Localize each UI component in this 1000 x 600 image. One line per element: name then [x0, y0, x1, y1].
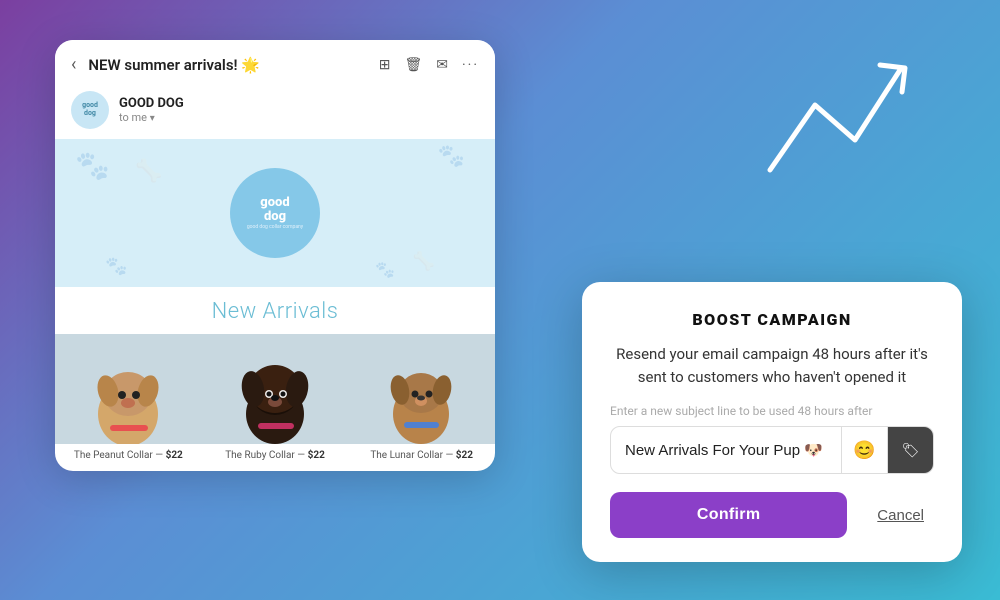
peanut-dog-icon: [86, 339, 171, 444]
delete-icon[interactable]: 🗑: [405, 57, 423, 73]
product-peanut-label: The Peanut Collar — $22: [74, 450, 183, 461]
brand-logo: gooddog good dog collar company: [230, 168, 320, 258]
email-banner: 🐾 🐾 🐾 🦴 🦴 🐾 gooddog good dog collar comp…: [55, 139, 495, 287]
product-lunar-image: [348, 334, 495, 444]
product-lunar: The Lunar Collar — $22: [348, 334, 495, 471]
modal-description: Resend your email campaign 48 hours afte…: [610, 343, 934, 388]
sender-info: GOOD DOG to me ▾: [119, 96, 184, 124]
modal-buttons: Confirm Cancel: [610, 492, 934, 538]
product-peanut-image: [55, 334, 202, 444]
avatar: gooddog: [71, 91, 109, 129]
email-action-buttons: ⊞ 🗑 ✉ ···: [379, 57, 479, 73]
email-subject: NEW summer arrivals! 🌟: [88, 56, 370, 74]
product-ruby: The Ruby Collar — $22: [202, 334, 349, 471]
new-arrivals-title: New Arrivals: [55, 287, 495, 334]
tag-icon: 🏷: [902, 442, 920, 459]
sender-name: GOOD DOG: [119, 96, 184, 111]
product-lunar-label: The Lunar Collar — $22: [370, 450, 473, 461]
confirm-button[interactable]: Confirm: [610, 492, 847, 538]
emoji-icon: 😊: [853, 440, 875, 461]
emoji-button[interactable]: 😊: [841, 427, 887, 473]
modal-sublabel: Enter a new subject line to be used 48 h…: [610, 404, 934, 418]
ruby-dog-icon: [233, 339, 318, 444]
more-options-icon[interactable]: ···: [462, 57, 479, 73]
back-button[interactable]: ‹: [71, 54, 76, 75]
email-card: ‹ NEW summer arrivals! 🌟 ⊞ 🗑 ✉ ··· goodd…: [55, 40, 495, 471]
subject-input-container: 😊 🏷: [610, 426, 934, 474]
boost-modal: BOOST CAMPAIGN Resend your email campaig…: [582, 282, 962, 562]
lunar-dog-icon: [379, 339, 464, 444]
trend-arrow-icon: [760, 40, 920, 200]
tag-button[interactable]: 🏷: [887, 427, 933, 473]
sender-row: gooddog GOOD DOG to me ▾: [55, 85, 495, 139]
product-ruby-image: [202, 334, 349, 444]
product-peanut: The Peanut Collar — $22: [55, 334, 202, 471]
products-row: The Peanut Collar — $22: [55, 334, 495, 471]
mail-icon[interactable]: ✉: [436, 57, 448, 73]
add-to-folder-icon[interactable]: ⊞: [379, 57, 391, 73]
email-header: ‹ NEW summer arrivals! 🌟 ⊞ 🗑 ✉ ···: [55, 40, 495, 85]
cancel-button[interactable]: Cancel: [867, 507, 934, 524]
subject-input[interactable]: [611, 430, 841, 471]
product-ruby-label: The Ruby Collar — $22: [225, 450, 325, 461]
sender-to: to me ▾: [119, 111, 184, 124]
modal-title: BOOST CAMPAIGN: [610, 310, 934, 329]
